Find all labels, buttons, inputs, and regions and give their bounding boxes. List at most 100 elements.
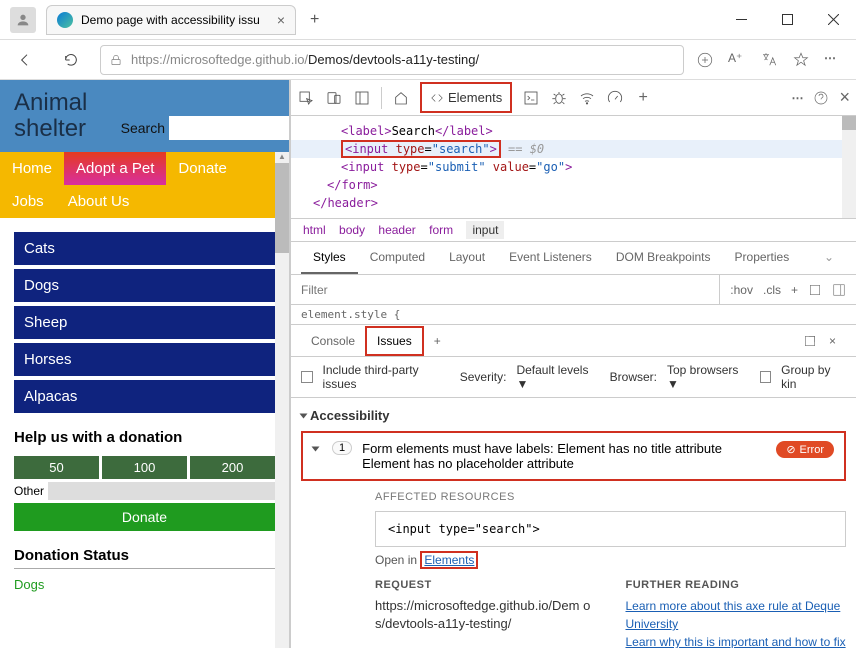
computed-icon[interactable] — [808, 283, 822, 297]
profile-avatar[interactable] — [10, 7, 36, 33]
elements-tab[interactable]: Elements — [420, 82, 512, 113]
list-item[interactable]: Alpacas — [14, 380, 275, 413]
nav-donate[interactable]: Donate — [166, 152, 238, 185]
network-icon[interactable] — [578, 89, 596, 107]
favorite-icon[interactable] — [792, 51, 810, 69]
tab-issues[interactable]: Issues — [365, 326, 424, 356]
page-header: Animalshelter Search — [0, 80, 289, 152]
chevron-down-icon[interactable]: ⌄ — [812, 242, 846, 274]
dom-scrollbar[interactable] — [842, 116, 856, 218]
search-input[interactable] — [169, 116, 289, 140]
chevron-down-icon — [312, 447, 320, 452]
close-tab-icon[interactable]: × — [277, 12, 285, 28]
close-devtools-icon[interactable]: × — [839, 87, 850, 108]
affected-heading: AFFECTED RESOURCES — [375, 491, 846, 503]
list-item[interactable]: Cats — [14, 232, 275, 265]
cls-toggle[interactable]: .cls — [763, 283, 781, 297]
tab-computed[interactable]: Computed — [358, 242, 437, 274]
further-link-1[interactable]: Learn more about this axe rule at Deque … — [626, 597, 847, 633]
more-icon[interactable]: ⋯ — [824, 51, 842, 69]
refresh-button[interactable] — [54, 43, 88, 77]
tab-layout[interactable]: Layout — [437, 242, 497, 274]
donation-heading: Help us with a donation — [14, 429, 275, 446]
performance-icon[interactable] — [606, 89, 624, 107]
main-nav: Home Adopt a Pet Donate Jobs About Us — [0, 152, 289, 218]
new-tab-button[interactable]: + — [302, 7, 327, 33]
list-item[interactable]: Horses — [14, 343, 275, 376]
group-checkbox[interactable] — [760, 371, 772, 383]
dom-breadcrumb[interactable]: html body header form input — [291, 219, 856, 242]
address-bar: https://microsoftedge.github.io/Demos/de… — [0, 40, 856, 80]
status-heading: Donation Status — [14, 547, 275, 569]
popout-icon[interactable] — [803, 334, 817, 348]
webpage-viewport: Animalshelter Search Home Adopt a Pet Do… — [0, 80, 290, 648]
more-drawer-icon[interactable]: + — [424, 328, 451, 354]
styles-tabbar: Styles Computed Layout Event Listeners D… — [291, 242, 856, 275]
issue-item[interactable]: 1 Form elements must have labels: Elemen… — [301, 431, 846, 481]
donate-100[interactable]: 100 — [102, 456, 187, 479]
dock-icon[interactable] — [353, 89, 371, 107]
error-badge: Error — [776, 441, 834, 458]
browser-tab[interactable]: Demo page with accessibility issu × — [46, 5, 296, 35]
browser-select[interactable]: Top browsers ▼ — [667, 363, 750, 391]
devtools-toolbar: Elements + ⋯ × — [291, 80, 856, 116]
tab-console[interactable]: Console — [301, 328, 365, 354]
donate-50[interactable]: 50 — [14, 456, 99, 479]
reading-icon[interactable]: A⁺ — [728, 51, 746, 69]
tab-breakpoints[interactable]: DOM Breakpoints — [604, 242, 723, 274]
issue-count-badge: 1 — [332, 441, 352, 455]
nav-jobs[interactable]: Jobs — [0, 185, 56, 218]
element-style[interactable]: element.style { — [291, 305, 856, 325]
severity-select[interactable]: Default levels ▼ — [516, 363, 599, 391]
category-list: Cats Dogs Sheep Horses Alpacas — [14, 232, 275, 413]
dom-tree[interactable]: <label>Search</label> <input type="searc… — [291, 116, 856, 219]
donate-button[interactable]: Donate — [14, 503, 275, 531]
issues-toolbar: Include third-party issues Severity: Def… — [291, 357, 856, 398]
url-input[interactable]: https://microsoftedge.github.io/Demos/de… — [100, 45, 684, 75]
nav-adopt[interactable]: Adopt a Pet — [64, 152, 166, 185]
styles-filter-input[interactable] — [291, 275, 720, 304]
edge-icon — [57, 12, 73, 28]
welcome-icon[interactable] — [392, 89, 410, 107]
bug-icon[interactable] — [550, 89, 568, 107]
device-icon[interactable] — [325, 89, 343, 107]
sidebar-icon[interactable] — [832, 283, 846, 297]
more-tabs-icon[interactable]: + — [634, 89, 652, 107]
donate-200[interactable]: 200 — [190, 456, 275, 479]
nav-about[interactable]: About Us — [56, 185, 142, 218]
back-button[interactable] — [8, 43, 42, 77]
new-style-icon[interactable]: + — [791, 283, 798, 297]
close-drawer-icon[interactable]: × — [829, 334, 836, 348]
list-item[interactable]: Dogs — [14, 269, 275, 302]
hov-toggle[interactable]: :hov — [730, 283, 753, 297]
more-dt-icon[interactable]: ⋯ — [791, 91, 803, 105]
third-party-checkbox[interactable] — [301, 371, 313, 383]
open-elements-link[interactable]: Elements — [420, 551, 478, 569]
status-item: Dogs — [14, 577, 275, 592]
translate-icon[interactable] — [760, 51, 778, 69]
issue-category[interactable]: Accessibility — [301, 404, 846, 427]
help-icon[interactable] — [813, 90, 829, 106]
close-window-button[interactable] — [810, 0, 856, 40]
nav-home[interactable]: Home — [0, 152, 64, 185]
console-icon[interactable] — [522, 89, 540, 107]
window-titlebar: Demo page with accessibility issu × + — [0, 0, 856, 40]
other-amount-input[interactable] — [48, 482, 275, 500]
maximize-button[interactable] — [764, 0, 810, 40]
issues-body: Accessibility 1 Form elements must have … — [291, 398, 856, 648]
tab-title: Demo page with accessibility issu — [81, 13, 260, 27]
devtools-panel: Elements + ⋯ × <label>Search</label> <in… — [290, 80, 856, 648]
tab-listeners[interactable]: Event Listeners — [497, 242, 604, 274]
affected-code[interactable]: <input type="search"> — [375, 511, 846, 547]
tracking-icon[interactable] — [696, 51, 714, 69]
list-item[interactable]: Sheep — [14, 306, 275, 339]
page-scrollbar[interactable] — [275, 152, 289, 648]
minimize-button[interactable] — [718, 0, 764, 40]
drawer-tabbar: Console Issues + × — [291, 325, 856, 357]
tab-styles[interactable]: Styles — [301, 242, 358, 274]
tab-properties[interactable]: Properties — [723, 242, 802, 274]
other-label: Other — [14, 484, 44, 498]
lock-icon — [109, 53, 123, 67]
inspect-icon[interactable] — [297, 89, 315, 107]
further-link-2[interactable]: Learn why this is important and how to f… — [626, 633, 847, 648]
